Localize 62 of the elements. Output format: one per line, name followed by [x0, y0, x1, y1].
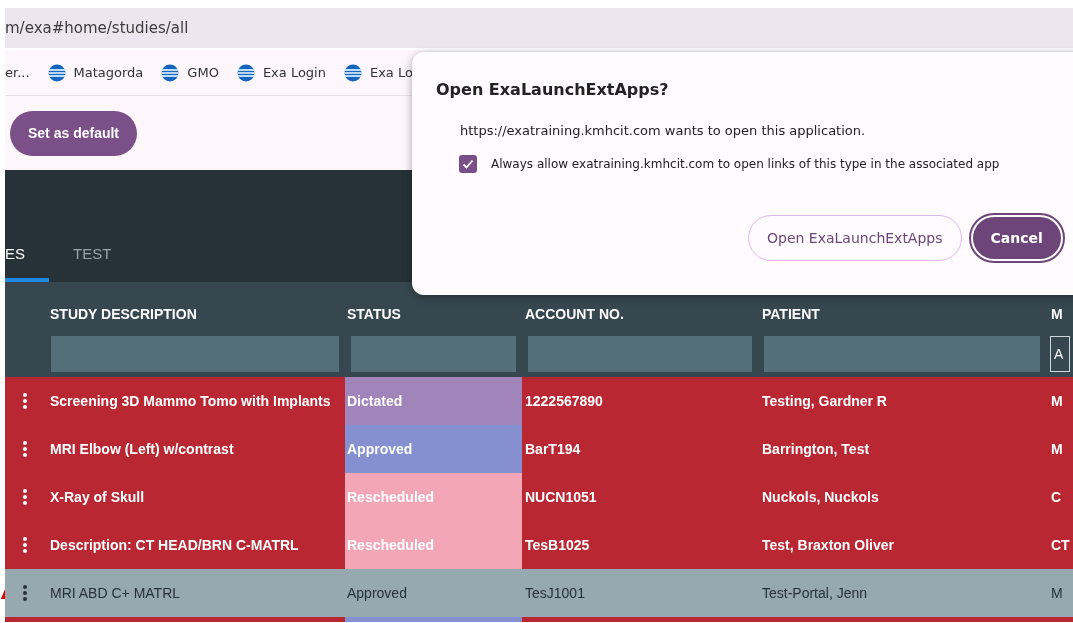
globe-icon — [343, 63, 362, 82]
column-header[interactable]: STATUS — [347, 306, 401, 322]
more-options-icon[interactable] — [23, 441, 27, 457]
column-header[interactable]: STUDY DESCRIPTION — [50, 306, 197, 322]
checkmark-icon — [461, 157, 475, 171]
table-cell: NUCN1051 — [525, 489, 597, 505]
more-options-icon[interactable] — [23, 537, 27, 553]
table-cell: Test-Portal, Jenn — [762, 585, 868, 601]
filter-field[interactable] — [764, 335, 1040, 372]
column-header[interactable]: PATIENT — [762, 306, 820, 322]
table-cell: Description: CT HEAD/BRN C-MATRL — [50, 537, 299, 553]
table-cell: M — [1051, 585, 1063, 601]
bookmark-link[interactable]: GMO — [187, 65, 219, 80]
table-cell: Screening 3D Mammo Tomo with Implants — [50, 393, 331, 409]
status-cell: Dictated — [345, 377, 522, 425]
table-cell: Nuckols, Nuckols — [762, 489, 879, 505]
table-cell: M — [1051, 441, 1063, 457]
checkbox-label[interactable]: Always allow exatraining.kmhcit.com to open links of this type in the associated app — [491, 157, 1000, 171]
table-cell: 1222567890 — [525, 393, 603, 409]
table-row[interactable]: X-Ray of Skull Rescheduled NUCN1051 Nuckols, Nuckols C — [5, 473, 1073, 521]
table-cell: Testing, Gardner R — [762, 393, 887, 409]
dialog-message: https://exatraining.kmhcit.com wants to open this application. — [460, 123, 867, 138]
table-cell: MRI Elbow (Left) w/contrast — [50, 441, 234, 457]
status-cell: Rescheduled — [345, 521, 522, 569]
bookmark-link[interactable]: Exa Login — [262, 65, 326, 80]
column-header[interactable]: M — [1051, 306, 1063, 322]
table-cell: CT — [1051, 537, 1070, 553]
more-options-icon[interactable] — [23, 585, 27, 601]
table-cell: Barrington, Test — [762, 441, 870, 457]
bookmark-link[interactable]: Exa Lo — [369, 65, 413, 80]
table-cell: M — [1051, 393, 1063, 409]
filter-dropdown[interactable]: A — [1050, 335, 1070, 372]
open-app-button[interactable]: Open ExaLaunchExtApps — [748, 215, 962, 261]
table-cell: Test, Braxton Oliver — [762, 537, 894, 553]
tab[interactable]: TEST — [73, 232, 112, 282]
cancel-button[interactable]: Cancel — [970, 215, 1063, 261]
globe-icon — [47, 63, 66, 82]
filter-field[interactable] — [51, 335, 339, 372]
checkbox[interactable] — [459, 155, 477, 173]
set-as-default-button[interactable]: Set as default — [10, 110, 138, 156]
more-options-icon[interactable] — [23, 393, 27, 409]
address-bar[interactable]: m/exa#home/studies/all — [5, 8, 1073, 48]
table-cell: C — [1051, 489, 1062, 505]
table-cell: TesJ1001 — [525, 585, 585, 601]
more-options-icon[interactable] — [23, 489, 27, 505]
table-row[interactable]: Screening 3D Mammo Tomo with Implants Dictated 1222567890 Testing, Gardner R M — [5, 377, 1073, 425]
table-row[interactable]: Description: CT HEAD/BRN C-MATRL Rescheduled TesB1025 Test, Braxton Oliver CT — [5, 521, 1073, 569]
status-cell: Rescheduled — [345, 473, 522, 521]
globe-icon — [161, 63, 180, 82]
filter-field[interactable] — [351, 335, 516, 372]
bookmark-link[interactable]: er... — [5, 65, 30, 80]
table-cell: X-Ray of Skull — [50, 489, 145, 505]
table-cell: TesB1025 — [525, 537, 590, 553]
globe-icon — [236, 63, 255, 82]
table-row[interactable]: MRI Elbow (Left) w/contrast Approved BarT194 Barrington, Test M — [5, 425, 1073, 473]
table-cell: MRI ABD C+ MATRL — [50, 585, 181, 601]
table-cell: BarT194 — [525, 441, 581, 457]
dialog-title: Open ExaLaunchExtApps? — [436, 80, 670, 99]
status-cell: Approved — [345, 425, 522, 473]
filter-field[interactable] — [528, 335, 752, 372]
bookmark-link[interactable]: Matagorda — [73, 65, 144, 80]
column-header[interactable]: ACCOUNT NO. — [525, 306, 624, 322]
